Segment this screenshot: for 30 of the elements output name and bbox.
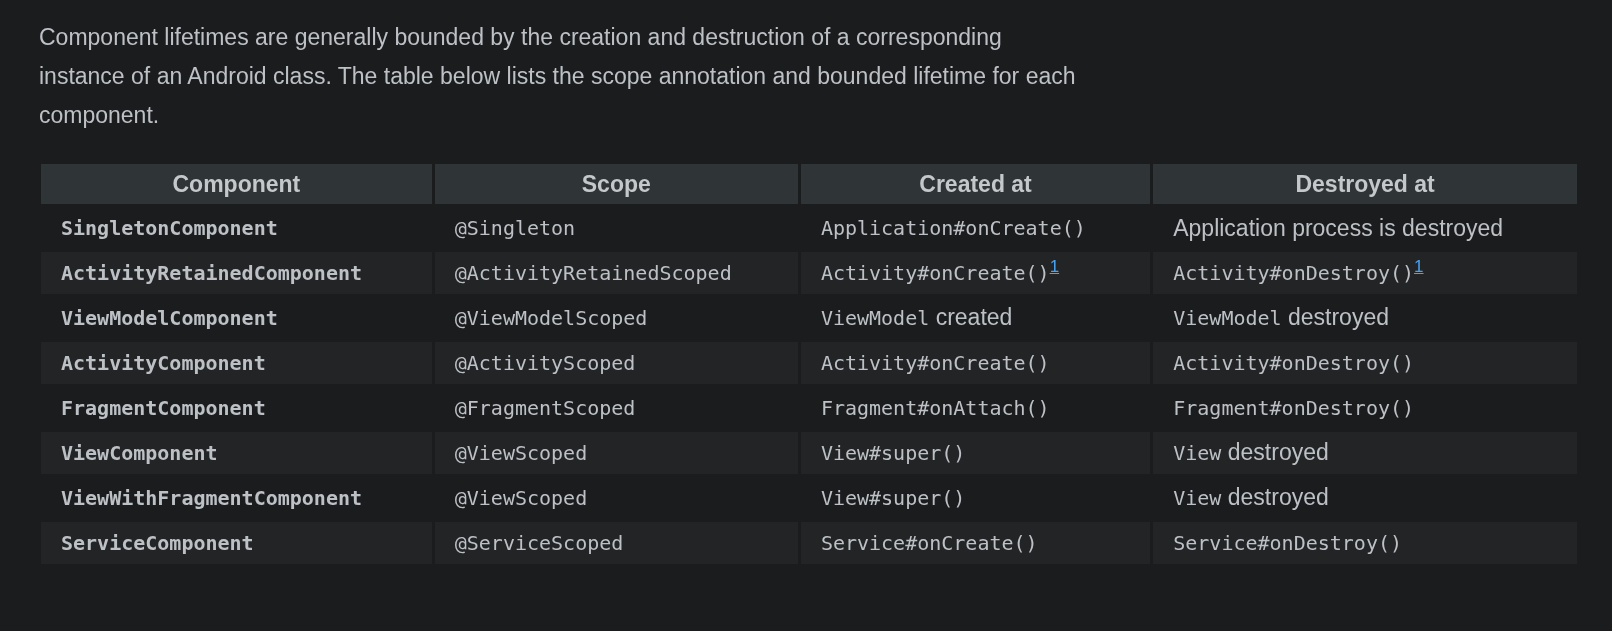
code-text: Activity#onDestroy(): [1173, 261, 1415, 285]
table-cell: Service#onDestroy(): [1153, 522, 1577, 564]
table-cell: @ServiceScoped: [434, 522, 798, 564]
table-cell: ViewComponent: [41, 432, 432, 474]
cell-text: created: [934, 304, 1013, 330]
table-cell: @ViewScoped: [434, 432, 798, 474]
table-cell: Service#onCreate(): [800, 522, 1151, 564]
table-cell: Activity#onCreate(): [800, 342, 1151, 384]
column-header: Component: [41, 164, 432, 204]
code-text: View: [1173, 486, 1222, 510]
column-header: Destroyed at: [1153, 164, 1577, 204]
code-text: View: [1173, 441, 1222, 465]
code-text: ViewModel: [1173, 306, 1282, 330]
cell-text: destroyed: [1226, 439, 1329, 465]
footnote-link[interactable]: 1: [1049, 257, 1060, 276]
code-text: Activity#onCreate(): [820, 261, 1050, 285]
table-cell: Activity#onDestroy(): [1153, 342, 1577, 384]
table-cell: View#super(): [800, 432, 1151, 474]
table-cell: @ActivityScoped: [434, 342, 798, 384]
cell-text: destroyed: [1226, 484, 1329, 510]
code-text: ViewModel: [820, 306, 930, 330]
footnote-link[interactable]: 1: [1414, 257, 1424, 276]
cell-text: destroyed: [1286, 304, 1389, 330]
table-cell: ServiceComponent: [41, 522, 432, 564]
intro-paragraph: Component lifetimes are generally bounded by the creation and destruction of a corresponding instance of an Android class. The table below lists the scope annotation and bounded lifetime for each component.: [39, 23, 1077, 130]
column-header: Created at: [800, 164, 1151, 204]
column-header: Scope: [434, 164, 798, 204]
table-cell: ActivityRetainedComponent: [41, 252, 432, 294]
table-cell: ActivityComponent: [41, 342, 432, 384]
table-cell: @ActivityRetainedScoped: [434, 252, 798, 294]
